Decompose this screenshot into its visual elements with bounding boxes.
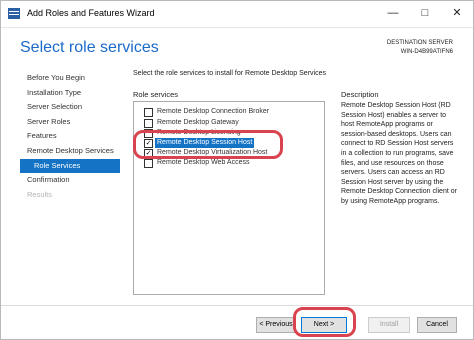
nav-installation-type[interactable]: Installation Type (20, 86, 120, 101)
nav-results: Results (27, 189, 53, 199)
checkbox-checked[interactable]: ✓ (144, 139, 153, 148)
checkbox[interactable] (144, 108, 153, 117)
role-service-label: Remote Desktop Virtualization Host (157, 149, 268, 156)
role-service-item[interactable]: Remote Desktop Licensing (144, 128, 314, 138)
previous-button[interactable]: < Previous (256, 317, 296, 333)
window-title: Add Roles and Features Wizard (27, 8, 155, 18)
close-icon: ✕ (452, 7, 462, 19)
nav-server-roles[interactable]: Server Roles (20, 115, 120, 130)
nav-confirmation[interactable]: Confirmation (20, 173, 120, 188)
install-button: Install (368, 317, 410, 333)
role-service-label: Remote Desktop Session Host (155, 138, 255, 148)
role-service-item[interactable]: ✓ Remote Desktop Virtualization Host (144, 148, 314, 158)
instruction-text: Select the role services to install for … (133, 70, 326, 77)
role-service-label: Remote Desktop Licensing (157, 129, 241, 136)
cancel-button[interactable]: Cancel (417, 317, 457, 333)
close-button[interactable]: ✕ (441, 1, 473, 25)
role-service-item[interactable]: Remote Desktop Web Access (144, 158, 314, 168)
description-heading: Description (341, 90, 379, 99)
description-text: Remote Desktop Session Host (RD Session … (341, 102, 457, 205)
title-bar: Add Roles and Features Wizard — □ ✕ (1, 1, 473, 28)
minimize-button[interactable]: — (377, 1, 409, 25)
role-service-item-selected[interactable]: ✓ Remote Desktop Session Host (144, 138, 314, 148)
page-title: Select role services (20, 39, 159, 56)
wizard-window: Add Roles and Features Wizard — □ ✕ Sele… (0, 0, 474, 340)
nav-role-services[interactable]: Role Services (20, 158, 120, 174)
maximize-button[interactable]: □ (409, 1, 441, 25)
role-service-item[interactable]: Remote Desktop Connection Broker (144, 107, 314, 117)
role-service-label: Remote Desktop Gateway (157, 119, 239, 126)
nav-remote-desktop-services[interactable]: Remote Desktop Services (20, 144, 120, 159)
role-service-label: Remote Desktop Connection Broker (157, 108, 270, 115)
minimize-icon: — (387, 7, 399, 19)
server-manager-icon (8, 8, 20, 19)
checkbox-checked[interactable]: ✓ (144, 149, 153, 158)
checkbox[interactable] (144, 159, 153, 168)
role-service-label: Remote Desktop Web Access (157, 159, 250, 166)
checkbox[interactable] (144, 129, 153, 138)
maximize-icon: □ (421, 7, 429, 19)
wizard-nav: Before You Begin Installation Type Serve… (20, 71, 120, 202)
nav-features[interactable]: Features (20, 129, 120, 144)
role-services-heading: Role services (133, 90, 179, 99)
role-services-list[interactable]: Remote Desktop Connection Broker Remote … (133, 101, 325, 295)
checkbox[interactable] (144, 119, 153, 128)
nav-before-you-begin[interactable]: Before You Begin (20, 71, 120, 86)
footer-divider (1, 305, 473, 306)
role-service-item[interactable]: Remote Desktop Gateway (144, 118, 314, 128)
destination-server-label: DESTINATION SERVER (386, 40, 453, 46)
next-button[interactable]: Next > (301, 317, 347, 333)
nav-server-selection[interactable]: Server Selection (20, 100, 120, 115)
destination-server-name: WIN-D4B99ATIFN6 (400, 49, 453, 55)
